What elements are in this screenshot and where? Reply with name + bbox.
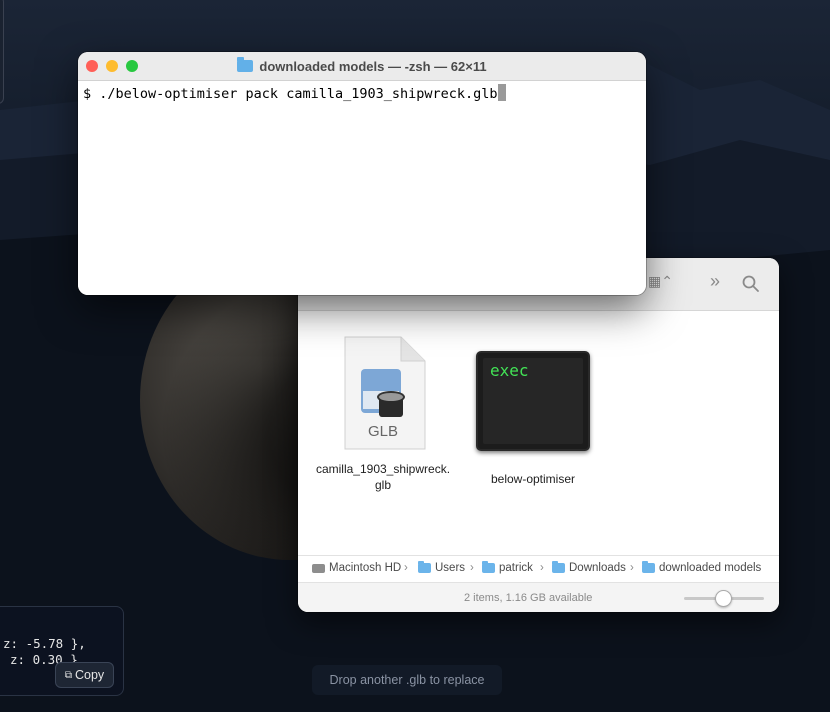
status-bar: 2 items, 1.16 GB available (298, 582, 779, 612)
path-item-patrick[interactable]: patrick (482, 561, 533, 574)
path-item-macintosh-hd[interactable]: Macintosh HD (312, 562, 401, 574)
text-cursor (497, 84, 506, 101)
folder-icon (418, 561, 431, 573)
terminal-title: downloaded models — -zsh — 62×11 (78, 52, 646, 80)
finder-file-area[interactable]: GLB camilla_1903_shipwreck. glb exec bel… (298, 311, 779, 555)
file-item-exec[interactable]: exec below-optimiser (458, 343, 608, 487)
search-icon[interactable] (742, 275, 760, 293)
view-options-icon[interactable]: ▦⌃ (648, 273, 673, 290)
more-chevron-icon[interactable]: » (710, 271, 720, 292)
path-separator: › (630, 562, 634, 574)
file-name: below-optimiser (490, 472, 576, 486)
folder-icon (642, 561, 655, 573)
path-item-users[interactable]: Users (418, 561, 465, 574)
terminal-body[interactable]: $ ./below-optimiser pack camilla_1903_sh… (78, 81, 646, 295)
path-separator: › (404, 562, 408, 574)
exec-terminal-icon: exec (476, 351, 590, 451)
folder-icon (482, 561, 495, 573)
glb-document-icon: GLB (339, 335, 427, 453)
path-item-downloads[interactable]: Downloads (552, 561, 626, 574)
path-separator: › (540, 562, 544, 574)
path-bar: Macintosh HD › Users › patrick › Downloa… (298, 555, 779, 582)
file-name: camilla_1903_shipwreck. glb (315, 462, 451, 492)
status-text: 2 items, 1.16 GB available (464, 592, 593, 604)
folder-icon (552, 561, 565, 573)
file-item-glb[interactable]: GLB camilla_1903_shipwreck. glb (308, 335, 458, 493)
hard-drive-icon (312, 563, 325, 573)
folder-icon (237, 57, 254, 72)
drop-hint[interactable]: Drop another .glb to replace (312, 665, 502, 695)
edge-panel (0, 0, 4, 104)
coordinates-panel: z: -5.78 }, z: 0.30 } ⧉ Copy (0, 606, 124, 696)
path-separator: › (470, 562, 474, 574)
copy-icon: ⧉ (64, 669, 72, 681)
terminal-command-line: $ ./below-optimiser pack camilla_1903_sh… (83, 84, 506, 102)
terminal-window[interactable]: downloaded models — -zsh — 62×11 $ ./bel… (78, 52, 646, 295)
icon-size-slider-knob[interactable] (715, 590, 732, 607)
path-item-downloaded-models[interactable]: downloaded models (642, 561, 761, 574)
finder-window[interactable]: ▦⌃ » GLB camilla_1903_shipwreck. glb exe… (298, 258, 779, 612)
file-badge: GLB (367, 423, 398, 440)
exec-badge: exec (490, 361, 529, 380)
terminal-titlebar[interactable]: downloaded models — -zsh — 62×11 (78, 52, 646, 81)
coord-line-1: z: -5.78 }, (3, 636, 86, 651)
copy-button[interactable]: ⧉ Copy (55, 662, 114, 688)
